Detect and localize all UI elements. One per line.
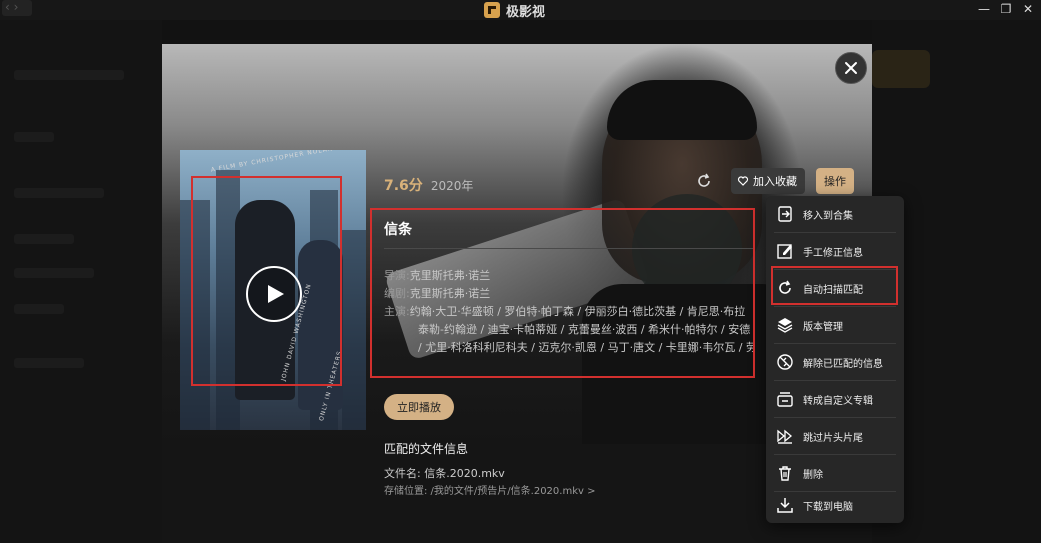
download-icon <box>777 498 793 513</box>
menu-item-label: 删除 <box>803 469 823 481</box>
move-to-collection-icon <box>778 206 792 222</box>
restore-button[interactable]: ❐ <box>999 2 1013 16</box>
file-name: 文件名: 信条.2020.mkv <box>384 467 505 480</box>
heart-icon <box>737 176 749 186</box>
file-info-heading: 匹配的文件信息 <box>384 442 469 456</box>
menu-item-label: 转成自定义专辑 <box>803 395 873 407</box>
minimize-button[interactable]: — <box>977 2 991 16</box>
highlight-box-poster <box>191 176 342 386</box>
add-favorite-label: 加入收藏 <box>753 175 797 188</box>
menu-item-label: 手工修正信息 <box>803 247 863 259</box>
menu-item-version-management[interactable]: 版本管理 <box>766 307 904 343</box>
menu-item-download[interactable]: 下载到电脑 <box>766 487 904 523</box>
window-controls: — ❐ ✕ <box>977 2 1035 16</box>
nav-arrows: ‹ › <box>5 0 19 14</box>
window-close-button[interactable]: ✕ <box>1021 2 1035 16</box>
menu-item-label: 跳过片头片尾 <box>803 432 863 444</box>
layers-icon <box>777 318 793 333</box>
nav-back-forward-button[interactable]: ‹ › <box>2 0 32 16</box>
file-location-link[interactable]: 存储位置: /我的文件/预告片/信条.2020.mkv > <box>384 482 595 497</box>
rating-row: 7.6分 2020年 <box>384 175 473 195</box>
add-favorite-button[interactable]: 加入收藏 <box>731 168 805 194</box>
close-modal-button[interactable] <box>835 52 867 84</box>
menu-item-delete[interactable]: 删除 <box>766 455 904 491</box>
trash-icon <box>779 466 791 481</box>
operations-button[interactable]: 操作 <box>816 168 854 194</box>
album-icon <box>777 392 793 407</box>
poster-top-text: A FILM BY CHRISTOPHER NOLAN <box>210 150 334 174</box>
highlight-box-info <box>370 208 755 378</box>
backdrop-shape <box>607 80 757 140</box>
refresh-icon <box>698 173 710 187</box>
poster-shape <box>342 230 366 430</box>
rating: 7.6分 <box>384 178 423 194</box>
placeholder <box>872 50 930 88</box>
title-bar: ‹ › 极影视 — ❐ ✕ <box>0 0 1041 20</box>
app-logo-icon <box>484 2 500 18</box>
menu-item-label: 解除已匹配的信息 <box>803 358 883 370</box>
app-name: 极影视 <box>506 4 546 20</box>
unlink-icon <box>777 354 793 370</box>
highlight-box-auto-scan <box>771 266 898 305</box>
menu-item-unlink-match[interactable]: 解除已匹配的信息 <box>766 344 904 380</box>
background-sidebar <box>0 20 162 543</box>
placeholder <box>14 132 54 142</box>
placeholder <box>14 268 94 278</box>
menu-item-label: 版本管理 <box>803 321 843 333</box>
menu-item-skip-intro-outro[interactable]: 跳过片头片尾 <box>766 418 904 454</box>
menu-item-manual-edit[interactable]: 手工修正信息 <box>766 233 904 269</box>
refresh-button[interactable] <box>695 172 713 190</box>
operations-menu: 移入到合集 手工修正信息 自动扫描匹配 版本管理 解除已匹配的信息 转成自定义专… <box>766 196 904 523</box>
play-now-button[interactable]: 立即播放 <box>384 394 454 420</box>
menu-item-convert-album[interactable]: 转成自定义专辑 <box>766 381 904 417</box>
menu-item-label: 移入到合集 <box>803 210 853 222</box>
menu-item-label: 下载到电脑 <box>803 501 853 513</box>
year: 2020年 <box>430 179 474 193</box>
menu-item-move-to-collection[interactable]: 移入到合集 <box>766 196 904 232</box>
placeholder <box>14 188 104 198</box>
close-icon <box>845 62 857 74</box>
placeholder <box>14 70 124 80</box>
edit-icon <box>777 244 792 259</box>
placeholder <box>14 304 64 314</box>
skip-icon <box>777 429 793 444</box>
placeholder <box>14 358 84 368</box>
placeholder <box>14 234 74 244</box>
app-title: 极影视 <box>484 0 545 20</box>
